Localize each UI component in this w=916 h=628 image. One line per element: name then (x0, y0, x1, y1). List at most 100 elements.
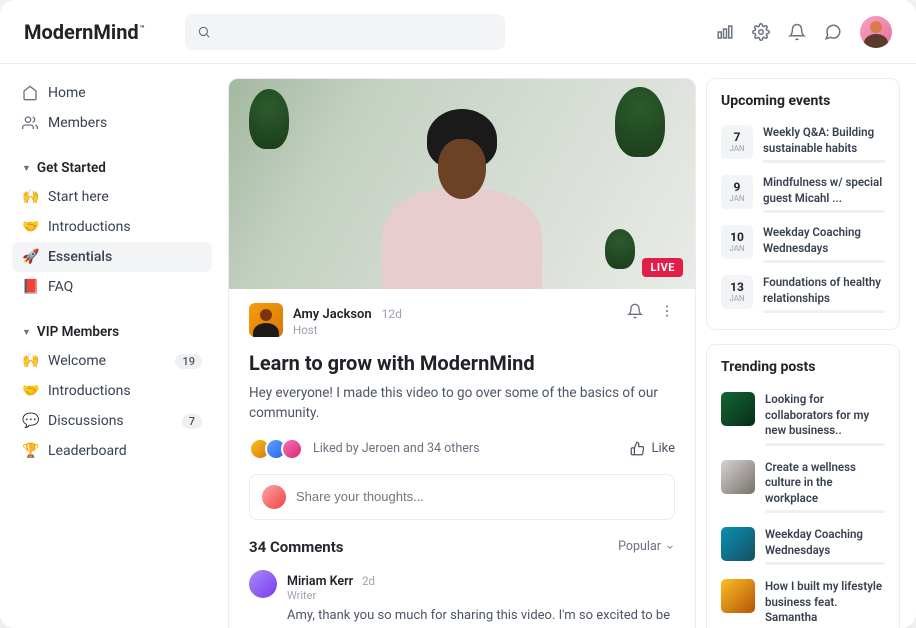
like-row: Liked by Jeroen and 34 others Like (249, 438, 675, 460)
trending-item[interactable]: Weekday Coaching Wednesdays (721, 520, 885, 572)
like-button[interactable]: Like (630, 441, 675, 456)
comment-time: 2d (362, 574, 375, 588)
trending-item[interactable]: Looking for collaborators for my new bus… (721, 385, 885, 453)
post-description: Hey everyone! I made this video to go ov… (249, 383, 675, 424)
sort-dropdown[interactable]: Popular (618, 539, 675, 554)
trend-title: Weekday Coaching Wednesdays (765, 527, 885, 558)
date-badge: 9JAN (721, 175, 753, 209)
video-person (362, 109, 562, 289)
trend-title: Create a wellness culture in the workpla… (765, 460, 885, 507)
post-header: Amy Jackson 12d Host (249, 303, 675, 337)
search-field[interactable] (219, 24, 493, 39)
event-item[interactable]: 10JAN Weekday Coaching Wednesdays (721, 219, 885, 269)
live-badge: LIVE (642, 258, 683, 277)
nav-leaderboard[interactable]: 🏆 Leaderboard (12, 436, 212, 466)
search-input[interactable] (185, 14, 505, 50)
trend-title: How I built my lifestyle business feat. … (765, 579, 885, 626)
post-thumbnail (721, 579, 755, 613)
topbar: ModernMind™ (0, 0, 916, 64)
author-role: Host (293, 323, 617, 337)
trend-title: Looking for collaborators for my new bus… (765, 392, 885, 439)
chevron-down-icon: ▼ (22, 163, 31, 174)
upcoming-events-panel: Upcoming events 7JAN Weekly Q&A: Buildin… (706, 78, 900, 330)
notify-icon[interactable] (627, 303, 643, 319)
nav-label: Welcome (48, 353, 106, 369)
author-avatar[interactable] (249, 303, 283, 337)
emoji-icon: 🤝 (22, 219, 38, 235)
commenter-name[interactable]: Miriam Kerr (287, 574, 353, 589)
nav-members[interactable]: Members (12, 108, 212, 138)
progress-bar (763, 310, 885, 313)
panel-title: Upcoming events (721, 93, 885, 109)
comment-text: Amy, thank you so much for sharing this … (287, 606, 675, 628)
liked-by-text[interactable]: Liked by Jeroen and 34 others (313, 441, 480, 456)
nav-label: Start here (48, 189, 109, 205)
liker-avatars[interactable] (249, 438, 303, 460)
chevron-down-icon (665, 542, 675, 552)
comment-item: Miriam Kerr 2d Writer Amy, thank you so … (249, 570, 675, 628)
nav-label: Essentials (48, 249, 112, 265)
analytics-icon[interactable] (716, 23, 734, 41)
count-badge: 19 (175, 354, 202, 369)
progress-bar (763, 260, 885, 263)
post-thumbnail (721, 527, 755, 561)
nav-label: Home (48, 85, 86, 101)
event-title: Foundations of healthy relationships (763, 275, 885, 306)
event-title: Weekday Coaching Wednesdays (763, 225, 885, 256)
emoji-icon: 🙌 (22, 353, 38, 369)
event-item[interactable]: 13JAN Foundations of healthy relationshi… (721, 269, 885, 319)
thumbs-up-icon (630, 441, 645, 456)
nav-faq[interactable]: 📕 FAQ (12, 272, 212, 302)
author-name[interactable]: Amy Jackson (293, 307, 372, 322)
nav-welcome[interactable]: 🙌 Welcome 19 (12, 346, 212, 376)
event-title: Weekly Q&A: Building sustainable habits (763, 125, 885, 156)
nav-introductions[interactable]: 🤝 Introductions (12, 212, 212, 242)
decorative-plant (249, 89, 289, 149)
messages-icon[interactable] (824, 23, 842, 41)
user-avatar[interactable] (860, 16, 892, 48)
section-header-vip[interactable]: ▼ VIP Members (12, 316, 212, 346)
nav-vip-introductions[interactable]: 🤝 Introductions (12, 376, 212, 406)
comment-input[interactable] (249, 474, 675, 520)
trending-panel: Trending posts Looking for collaborators… (706, 344, 900, 628)
nav-home[interactable]: Home (12, 78, 212, 108)
settings-icon[interactable] (752, 23, 770, 41)
sidebar: Home Members ▼ Get Started 🙌 Start here … (0, 64, 224, 628)
comments-header: 34 Comments Popular (249, 538, 675, 556)
section-header-get-started[interactable]: ▼ Get Started (12, 152, 212, 182)
date-badge: 13JAN (721, 275, 753, 309)
trending-item[interactable]: Create a wellness culture in the workpla… (721, 453, 885, 521)
brand-logo[interactable]: ModernMind™ (24, 20, 145, 44)
more-icon[interactable] (659, 303, 675, 319)
nav-label: Members (48, 115, 107, 131)
trending-item[interactable]: How I built my lifestyle business feat. … (721, 572, 885, 628)
emoji-icon: 🚀 (22, 249, 38, 265)
notifications-icon[interactable] (788, 23, 806, 41)
post-video[interactable]: LIVE (229, 79, 695, 289)
main-feed: LIVE Amy Jackson 12d Host (224, 64, 700, 628)
chevron-down-icon: ▼ (22, 327, 31, 338)
emoji-icon: 📕 (22, 279, 38, 295)
post-card: LIVE Amy Jackson 12d Host (228, 78, 696, 628)
members-icon (22, 115, 38, 131)
post-time: 12d (382, 307, 402, 321)
self-avatar (262, 485, 286, 509)
comment-field[interactable] (296, 489, 662, 504)
event-item[interactable]: 9JAN Mindfulness w/ special guest Micahl… (721, 169, 885, 219)
commenter-avatar[interactable] (249, 570, 277, 598)
search-icon (197, 25, 211, 39)
date-badge: 10JAN (721, 225, 753, 259)
comments-count: 34 Comments (249, 538, 344, 556)
right-column: Upcoming events 7JAN Weekly Q&A: Buildin… (700, 64, 916, 628)
emoji-icon: 🙌 (22, 189, 38, 205)
progress-bar (763, 160, 885, 163)
event-title: Mindfulness w/ special guest Micahl ... (763, 175, 885, 206)
commenter-role: Writer (287, 589, 675, 602)
nav-start-here[interactable]: 🙌 Start here (12, 182, 212, 212)
top-actions (716, 16, 892, 48)
nav-discussions[interactable]: 💬 Discussions 7 (12, 406, 212, 436)
nav-essentials[interactable]: 🚀 Essentials (12, 242, 212, 272)
nav-label: Discussions (48, 413, 124, 429)
date-badge: 7JAN (721, 125, 753, 159)
event-item[interactable]: 7JAN Weekly Q&A: Building sustainable ha… (721, 119, 885, 169)
